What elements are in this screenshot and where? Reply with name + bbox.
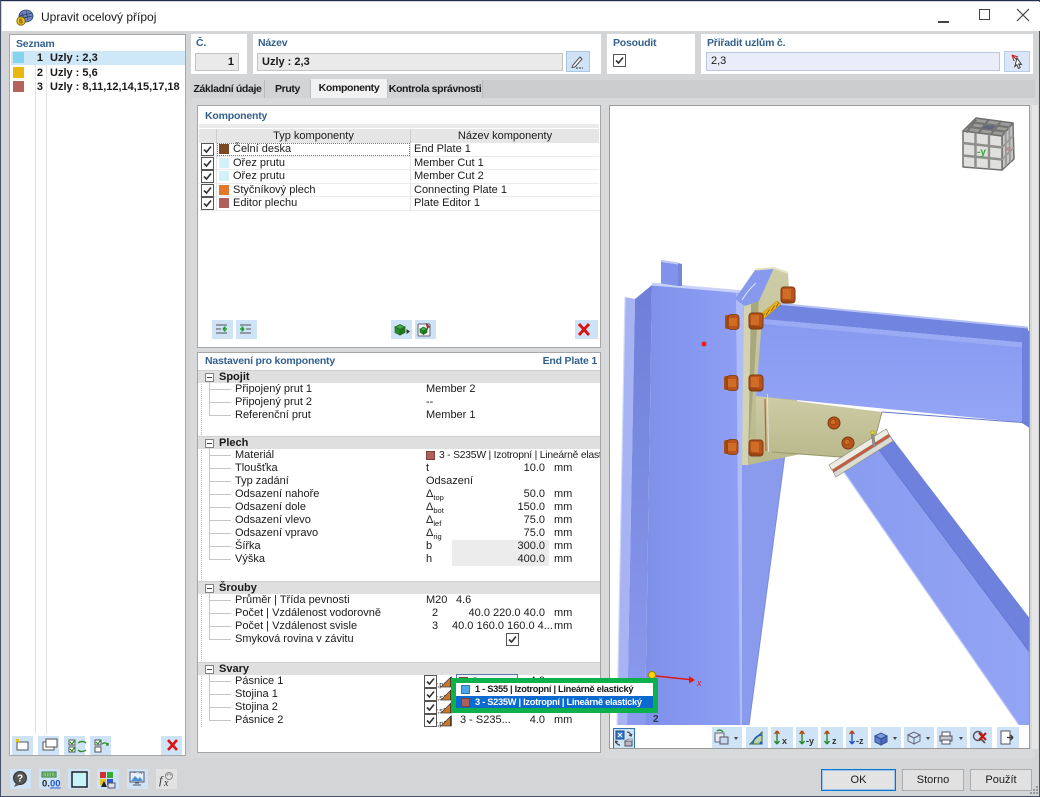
svg-text:x: x: [782, 736, 787, 746]
svg-text:z: z: [832, 736, 837, 746]
svg-text:00: 00: [50, 779, 61, 790]
svg-text:?: ?: [17, 774, 23, 785]
svg-text:-z: -z: [856, 736, 864, 746]
svg-text:x: x: [1006, 146, 1010, 153]
svg-text:0.: 0.: [42, 779, 50, 790]
svg-text:6: 6: [19, 19, 23, 26]
svg-text:2: 2: [653, 714, 659, 725]
svg-text:x: x: [696, 678, 702, 688]
svg-text:-y: -y: [977, 147, 986, 158]
svg-text:-y: -y: [806, 736, 814, 746]
